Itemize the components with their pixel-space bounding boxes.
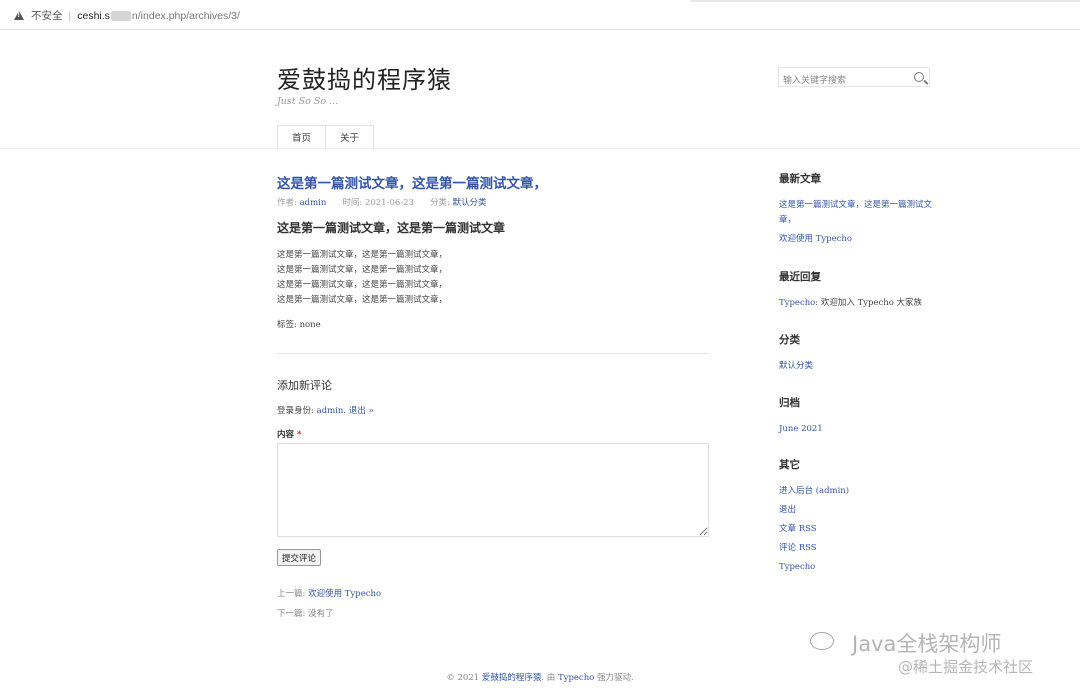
widget-title: 分类 bbox=[779, 334, 800, 346]
login-prefix: 登录身份: bbox=[277, 406, 317, 416]
next-post-label: 下一篇: bbox=[277, 609, 309, 619]
archive-link[interactable]: June 2021 bbox=[779, 424, 823, 434]
recent-comment-author[interactable]: Typecho bbox=[779, 298, 815, 308]
browser-address-bar[interactable]: 不安全 | ceshi.s n/index.php/archives/3/ bbox=[0, 0, 1080, 30]
footer-site-link[interactable]: 爱鼓捣的程序猿 bbox=[482, 673, 542, 683]
main-nav: 首页 关于 bbox=[277, 125, 375, 150]
archives-list: June 2021 bbox=[779, 422, 934, 437]
widget-title: 最新文章 bbox=[779, 173, 821, 185]
next-post: 下一篇: 没有了 bbox=[277, 607, 334, 619]
post-body-line: 这是第一篇测试文章，这是第一篇测试文章， bbox=[277, 250, 448, 260]
sidebar-logout-link[interactable]: 退出 bbox=[779, 505, 796, 515]
nav-home[interactable]: 首页 bbox=[277, 125, 327, 150]
watermark-subtitle: @稀土掘金技术社区 bbox=[898, 658, 1034, 676]
next-post-value: 没有了 bbox=[308, 609, 334, 619]
post-author: 作者: admin bbox=[277, 196, 326, 208]
logout-link[interactable]: 退出 » bbox=[349, 406, 374, 416]
post-tags: 标签: none bbox=[277, 320, 321, 330]
widget-other: 其它 进入后台 (admin) 退出 文章 RSS 评论 RSS Typecho bbox=[779, 457, 934, 575]
posts-rss-link[interactable]: 文章 RSS bbox=[779, 524, 817, 534]
widget-title: 归档 bbox=[779, 397, 800, 409]
typecho-link[interactable]: Typecho bbox=[779, 562, 815, 572]
content-label: 内容 * bbox=[277, 428, 301, 440]
recent-posts-list: 这是第一篇测试文章，这是第一篇测试文章， 欢迎使用 Typecho bbox=[779, 198, 934, 247]
categories-list: 默认分类 bbox=[779, 359, 934, 374]
watermark-title: Java全栈架构师 bbox=[852, 632, 1002, 656]
required-mark: * bbox=[296, 430, 302, 440]
widget-recent-comments: 最近回复 Typecho: 欢迎加入 Typecho 大家族 bbox=[779, 269, 934, 311]
post-author-link[interactable]: admin bbox=[300, 198, 327, 208]
post-category-link[interactable]: 默认分类 bbox=[453, 198, 487, 208]
site-description: Just So So ... bbox=[277, 96, 339, 107]
submit-comment-button[interactable]: 提交评论 bbox=[277, 549, 322, 566]
footer-suffix: 强力驱动. bbox=[594, 673, 634, 683]
warning-icon bbox=[14, 11, 24, 20]
footer-typecho-link[interactable]: Typecho bbox=[558, 673, 594, 683]
post-meta: 作者: admin 时间: 2021-06-23 分类: 默认分类 bbox=[277, 196, 503, 208]
recent-post-link[interactable]: 这是第一篇测试文章，这是第一篇测试文章， bbox=[779, 200, 932, 225]
prev-post-label: 上一篇: bbox=[277, 589, 309, 599]
login-status: 登录身份: admin. 退出 » bbox=[277, 404, 374, 416]
recent-comment-text: : 欢迎加入 Typecho 大家族 bbox=[815, 298, 923, 308]
content-label-text: 内容 bbox=[277, 430, 295, 440]
other-links-list: 进入后台 (admin) 退出 文章 RSS 评论 RSS Typecho bbox=[779, 484, 934, 575]
search-box[interactable] bbox=[778, 67, 930, 90]
category-link[interactable]: 默认分类 bbox=[779, 361, 813, 371]
search-icon[interactable] bbox=[914, 72, 924, 82]
post-author-label: 作者: bbox=[277, 198, 300, 208]
widget-recent-posts: 最新文章 这是第一篇测试文章，这是第一篇测试文章， 欢迎使用 Typecho bbox=[779, 171, 934, 247]
prev-post-link[interactable]: 欢迎使用 Typecho bbox=[308, 589, 381, 599]
footer-copyright: © 2021 bbox=[446, 673, 482, 683]
login-user-link[interactable]: admin bbox=[317, 406, 344, 416]
post-time: 时间: 2021-06-23 bbox=[342, 196, 414, 208]
comment-heading: 添加新评论 bbox=[277, 379, 332, 392]
post-title[interactable]: 这是第一篇测试文章，这是第一篇测试文章， bbox=[277, 172, 547, 192]
widget-title: 最近回复 bbox=[779, 271, 821, 283]
admin-link[interactable]: 进入后台 (admin) bbox=[779, 486, 849, 496]
post-time-value: 2021-06-23 bbox=[364, 198, 414, 208]
wechat-icon bbox=[810, 632, 834, 650]
prev-post: 上一篇: 欢迎使用 Typecho bbox=[277, 587, 381, 599]
top-scroll-indicator bbox=[690, 0, 1080, 2]
header-divider bbox=[0, 148, 1080, 149]
post-body-line: 这是第一篇测试文章，这是第一篇测试文章， bbox=[277, 280, 448, 290]
site-title[interactable]: 爱鼓捣的程序猿 bbox=[277, 60, 452, 95]
url-host[interactable]: ceshi.s bbox=[77, 10, 110, 22]
post-body: 这是第一篇测试文章，这是第一篇测试文章， 这是第一篇测试文章，这是第一篇测试文章… bbox=[277, 248, 447, 308]
widget-title: 其它 bbox=[779, 459, 800, 471]
recent-comments-list: Typecho: 欢迎加入 Typecho 大家族 bbox=[779, 296, 934, 311]
post-category-label: 分类: bbox=[429, 198, 453, 208]
widget-archives: 归档 June 2021 bbox=[779, 395, 934, 437]
footer-by: . 由 bbox=[541, 673, 558, 683]
post-body-line: 这是第一篇测试文章，这是第一篇测试文章， bbox=[277, 295, 448, 305]
post-heading: 这是第一篇测试文章，这是第一篇测试文章 bbox=[277, 221, 506, 235]
post-time-label: 时间: bbox=[342, 198, 365, 208]
content-divider bbox=[277, 353, 709, 354]
address-separator: | bbox=[68, 9, 72, 22]
security-label[interactable]: 不安全 bbox=[31, 8, 63, 23]
recent-post-link[interactable]: 欢迎使用 Typecho bbox=[779, 234, 852, 244]
post-category: 分类: 默认分类 bbox=[430, 196, 487, 208]
url-path[interactable]: n/index.php/archives/3/ bbox=[132, 10, 240, 22]
url-redacted bbox=[110, 10, 131, 21]
widget-categories: 分类 默认分类 bbox=[779, 332, 934, 374]
comment-textarea[interactable] bbox=[277, 443, 709, 537]
nav-about[interactable]: 关于 bbox=[326, 125, 375, 150]
post-body-line: 这是第一篇测试文章，这是第一篇测试文章， bbox=[277, 265, 448, 275]
search-input[interactable] bbox=[779, 72, 911, 90]
comments-rss-link[interactable]: 评论 RSS bbox=[779, 543, 817, 553]
